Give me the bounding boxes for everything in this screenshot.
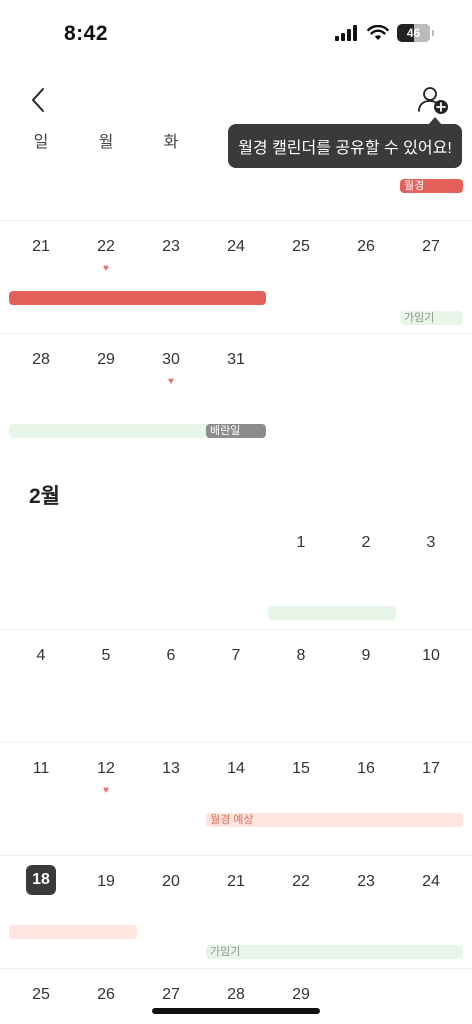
wifi-icon bbox=[367, 25, 389, 40]
status-bar: 8:42 46 bbox=[0, 0, 472, 64]
fertile-bar[interactable]: 가임기 bbox=[206, 945, 463, 959]
predicted-period-label: 월경 예상 bbox=[210, 814, 254, 826]
day-cell[interactable]: 24 bbox=[204, 238, 268, 256]
day-cell[interactable]: 7 bbox=[204, 647, 268, 665]
battery-level: 46 bbox=[406, 26, 421, 40]
period-label: 월경 bbox=[404, 180, 425, 192]
weekday-tue: 화 bbox=[163, 134, 179, 151]
period-bar[interactable]: 월경 bbox=[400, 179, 463, 193]
day-cell[interactable]: 26 bbox=[334, 238, 398, 256]
heart-icon: ♥ bbox=[103, 263, 109, 274]
day-cell[interactable]: 14 bbox=[204, 760, 268, 778]
day-cell[interactable]: 31 bbox=[204, 351, 268, 369]
tooltip-text: 월경 캘린더를 공유할 수 있어요! bbox=[238, 140, 452, 157]
day-cell[interactable]: 29 bbox=[269, 986, 333, 1004]
back-button[interactable] bbox=[22, 84, 54, 116]
week-divider bbox=[0, 629, 472, 630]
day-cell[interactable]: 26 bbox=[74, 986, 138, 1004]
heart-icon: ♥ bbox=[103, 785, 109, 796]
day-cell[interactable]: 28 bbox=[9, 351, 73, 369]
battery-icon: 46 bbox=[397, 24, 430, 42]
week-divider bbox=[0, 220, 472, 221]
period-bar[interactable] bbox=[9, 291, 266, 305]
fertile-label: 가임기 bbox=[404, 312, 435, 324]
day-cell[interactable]: 25 bbox=[9, 986, 73, 1004]
day-cell[interactable]: 6 bbox=[139, 647, 203, 665]
fertile-bar[interactable] bbox=[9, 424, 214, 438]
weekday-sun: 일 bbox=[33, 134, 49, 151]
day-cell[interactable]: 22 bbox=[74, 238, 138, 256]
day-cell[interactable]: 19 bbox=[74, 873, 138, 891]
day-cell[interactable]: 30 bbox=[139, 351, 203, 369]
fertile-bar[interactable]: 가임기 bbox=[400, 311, 463, 325]
day-cell[interactable]: 11 bbox=[9, 760, 73, 778]
ovulation-label: 배란일 bbox=[210, 425, 241, 437]
day-cell[interactable]: 4 bbox=[9, 647, 73, 665]
tooltip-arrow bbox=[428, 117, 442, 125]
week-divider bbox=[0, 968, 472, 969]
share-tooltip[interactable]: 월경 캘린더를 공유할 수 있어요! bbox=[228, 117, 462, 168]
day-cell[interactable]: 16 bbox=[334, 760, 398, 778]
day-cell[interactable]: 23 bbox=[139, 238, 203, 256]
day-cell[interactable]: 21 bbox=[204, 873, 268, 891]
person-add-icon bbox=[418, 87, 448, 114]
month-title: 2월 bbox=[29, 485, 60, 508]
day-cell[interactable]: 5 bbox=[74, 647, 138, 665]
day-cell[interactable]: 22 bbox=[269, 873, 333, 891]
day-cell[interactable]: 12 bbox=[74, 760, 138, 778]
day-cell[interactable]: 23 bbox=[334, 873, 398, 891]
home-indicator[interactable] bbox=[152, 1008, 320, 1014]
fertile-label: 가임기 bbox=[210, 946, 241, 958]
week-divider bbox=[0, 742, 472, 743]
day-cell[interactable]: 1 bbox=[269, 534, 333, 552]
day-cell[interactable]: 28 bbox=[204, 986, 268, 1004]
cellular-signal-icon bbox=[335, 25, 357, 41]
day-cell[interactable]: 20 bbox=[139, 873, 203, 891]
day-cell[interactable]: 8 bbox=[269, 647, 333, 665]
week-divider bbox=[0, 855, 472, 856]
day-cell[interactable]: 15 bbox=[269, 760, 333, 778]
ovulation-bar[interactable]: 배란일 bbox=[206, 424, 266, 438]
day-cell[interactable]: 9 bbox=[334, 647, 398, 665]
day-cell[interactable]: 10 bbox=[399, 647, 463, 665]
day-cell[interactable]: 21 bbox=[9, 238, 73, 256]
share-calendar-button[interactable] bbox=[412, 82, 452, 118]
status-icons: 46 bbox=[335, 24, 434, 42]
weekday-mon: 월 bbox=[98, 134, 114, 151]
fertile-bar[interactable] bbox=[268, 606, 396, 620]
day-cell[interactable]: 27 bbox=[139, 986, 203, 1004]
day-cell[interactable]: 17 bbox=[399, 760, 463, 778]
day-cell[interactable]: 24 bbox=[399, 873, 463, 891]
day-cell[interactable]: 25 bbox=[269, 238, 333, 256]
predicted-period-bar[interactable] bbox=[9, 925, 137, 939]
day-cell[interactable]: 2 bbox=[334, 534, 398, 552]
day-cell[interactable]: 29 bbox=[74, 351, 138, 369]
week-divider bbox=[0, 333, 472, 334]
status-time: 8:42 bbox=[64, 22, 109, 45]
day-cell[interactable]: 27 bbox=[399, 238, 463, 256]
day-cell[interactable]: 3 bbox=[399, 534, 463, 552]
battery-tip bbox=[432, 30, 434, 36]
today-marker[interactable]: 18 bbox=[26, 865, 56, 895]
day-cell[interactable]: 13 bbox=[139, 760, 203, 778]
heart-icon: ♥ bbox=[168, 376, 174, 387]
predicted-period-bar[interactable]: 월경 예상 bbox=[206, 813, 463, 827]
chevron-left-icon bbox=[32, 88, 44, 112]
